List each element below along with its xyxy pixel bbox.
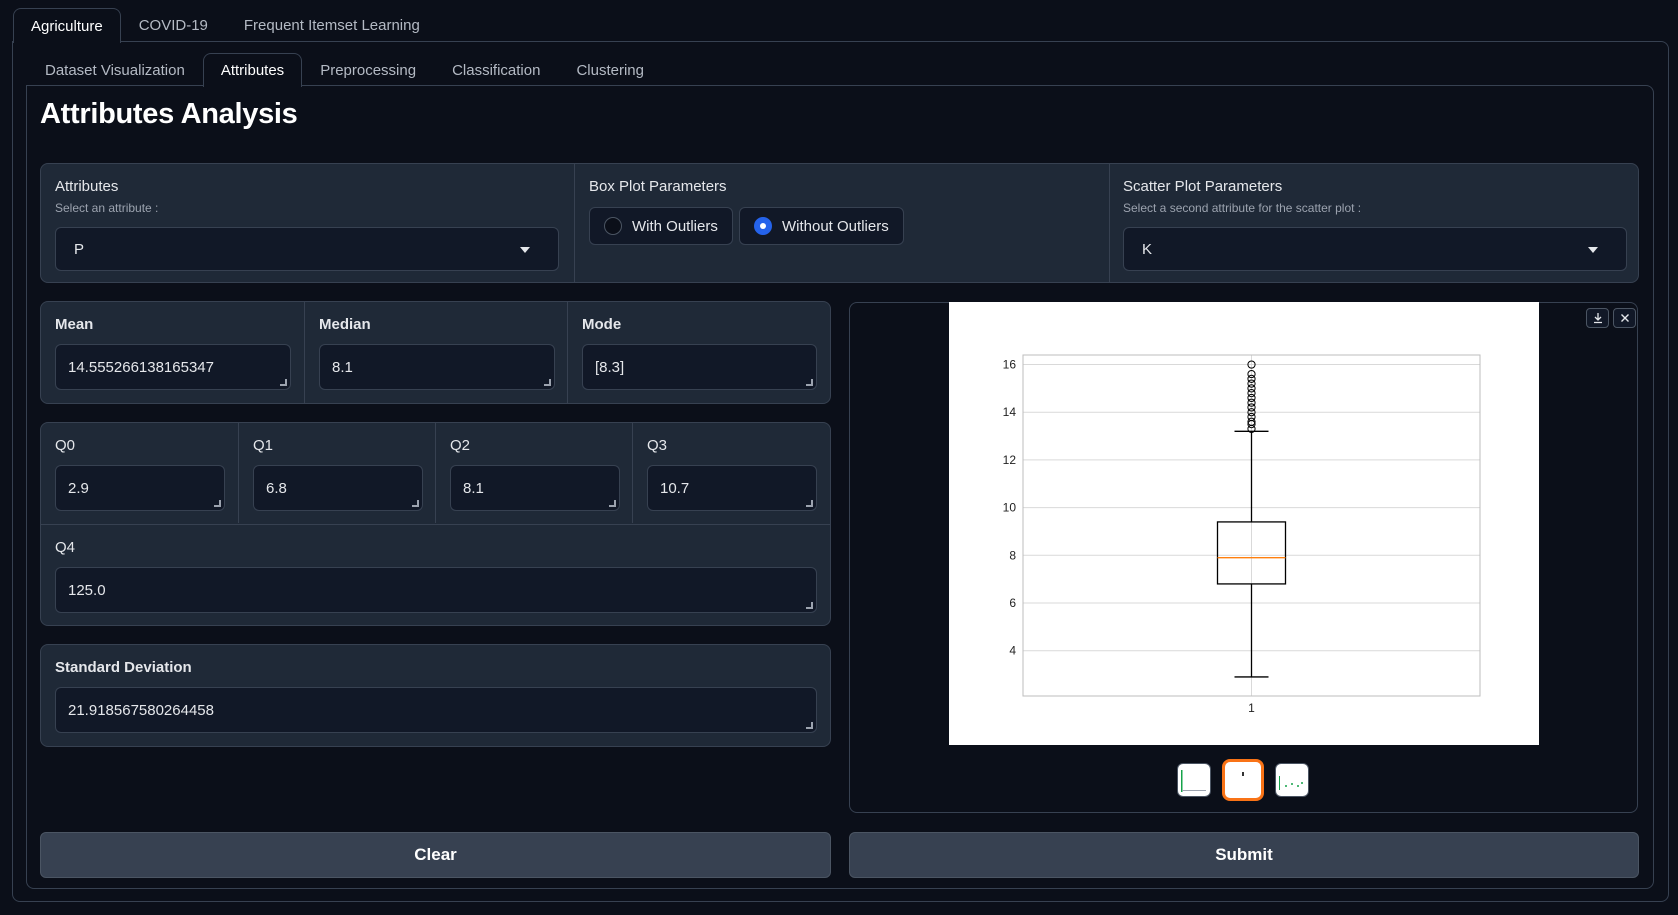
q0-value: 2.9	[68, 480, 89, 497]
attribute-dropdown-value: P	[74, 240, 85, 258]
y-tick-label: 14	[1003, 405, 1017, 419]
box-plot-params-label: Box Plot Parameters	[589, 178, 727, 195]
with-outliers-radio[interactable]: With Outliers	[589, 207, 733, 245]
mean-label: Mean	[55, 316, 94, 333]
q1-block: Q1 6.8	[238, 423, 435, 523]
quartiles-panel: Q0 2.9 Q1 6.8 Q2 8.1 Q3 10.7 Q4 125.0	[40, 422, 831, 626]
scatter-plot-params-block: Scatter Plot Parameters Select a second …	[1109, 164, 1640, 282]
q1-field[interactable]: 6.8	[253, 465, 423, 511]
q0-field[interactable]: 2.9	[55, 465, 225, 511]
resize-handle-icon[interactable]	[806, 379, 813, 386]
tab-dataset-visualization[interactable]: Dataset Visualization	[27, 53, 203, 86]
q1-value: 6.8	[266, 480, 287, 497]
median-field[interactable]: 8.1	[319, 344, 555, 390]
q3-block: Q3 10.7	[632, 423, 830, 523]
tab-clustering[interactable]: Clustering	[558, 53, 662, 86]
chevron-down-icon	[1588, 247, 1598, 253]
tab-preprocessing[interactable]: Preprocessing	[302, 53, 434, 86]
tab-covid-19[interactable]: COVID-19	[121, 8, 226, 42]
radio-checked-icon	[754, 217, 772, 235]
attributes-sublabel: Select an attribute :	[55, 201, 159, 215]
std-panel: Standard Deviation 21.918567580264458	[40, 644, 831, 747]
mode-block: Mode [8.3]	[567, 302, 830, 403]
y-tick-label: 4	[1009, 644, 1016, 658]
download-icon[interactable]	[1586, 308, 1609, 328]
resize-handle-icon[interactable]	[806, 500, 813, 507]
q0-label: Q0	[55, 437, 76, 454]
second-attribute-dropdown[interactable]: K	[1123, 227, 1627, 271]
close-icon[interactable]	[1613, 308, 1636, 328]
attribute-dropdown[interactable]: P	[55, 227, 559, 271]
attributes-label: Attributes	[55, 178, 119, 195]
y-tick-label: 10	[1003, 501, 1017, 515]
parameters-panel: Attributes Select an attribute : P Box P…	[40, 163, 1639, 283]
divider	[41, 524, 830, 525]
q3-value: 10.7	[660, 480, 690, 497]
attributes-block: Attributes Select an attribute : P	[41, 164, 574, 282]
x-tick-label: 1	[1248, 701, 1255, 715]
radio-unchecked-icon	[604, 217, 622, 235]
y-tick-label: 8	[1009, 548, 1016, 562]
std-value: 21.918567580264458	[68, 702, 214, 719]
without-outliers-label: Without Outliers	[782, 217, 889, 235]
resize-handle-icon[interactable]	[544, 379, 551, 386]
q2-field[interactable]: 8.1	[450, 465, 620, 511]
mean-value: 14.555266138165347	[68, 359, 214, 376]
clear-button[interactable]: Clear	[40, 832, 831, 878]
scatter-plot-params-label: Scatter Plot Parameters	[1123, 178, 1283, 195]
box-plot: 4 6 8 10 12 14 16 1	[1003, 354, 1481, 715]
tab-frequent-itemset-learning[interactable]: Frequent Itemset Learning	[226, 8, 438, 42]
q4-value: 125.0	[68, 582, 106, 599]
q4-label: Q4	[55, 539, 76, 556]
page-title: Attributes Analysis	[40, 98, 298, 130]
central-tendency-panel: Mean 14.555266138165347 Median 8.1 Mode …	[40, 301, 831, 404]
second-attribute-dropdown-value: K	[1142, 240, 1153, 258]
resize-handle-icon[interactable]	[609, 500, 616, 507]
q2-value: 8.1	[463, 480, 484, 497]
median-label: Median	[319, 316, 371, 333]
q3-label: Q3	[647, 437, 668, 454]
mode-field[interactable]: [8.3]	[582, 344, 817, 390]
mean-field[interactable]: 14.555266138165347	[55, 344, 291, 390]
plot-image: 4 6 8 10 12 14 16 1	[949, 302, 1539, 745]
plot-gallery: 4 6 8 10 12 14 16 1	[849, 302, 1638, 813]
scatter-plot-params-sublabel: Select a second attribute for the scatte…	[1123, 201, 1362, 215]
q2-block: Q2 8.1	[435, 423, 632, 523]
tab-classification[interactable]: Classification	[434, 53, 558, 86]
sub-tab-bar: Dataset Visualization Attributes Preproc…	[27, 53, 662, 87]
median-block: Median 8.1	[304, 302, 567, 403]
without-outliers-radio[interactable]: Without Outliers	[739, 207, 904, 245]
chevron-down-icon	[520, 247, 530, 253]
resize-handle-icon[interactable]	[214, 500, 221, 507]
tab-attributes[interactable]: Attributes	[202, 53, 303, 87]
y-tick-label: 12	[1003, 453, 1017, 467]
q3-field[interactable]: 10.7	[647, 465, 817, 511]
median-value: 8.1	[332, 359, 353, 376]
resize-handle-icon[interactable]	[412, 500, 419, 507]
q0-block: Q0 2.9	[41, 423, 238, 523]
mode-label: Mode	[582, 316, 622, 333]
q1-label: Q1	[253, 437, 274, 454]
tab-agriculture[interactable]: Agriculture	[13, 8, 121, 43]
with-outliers-label: With Outliers	[632, 217, 718, 235]
box-plot-params-block: Box Plot Parameters With Outliers Withou…	[574, 164, 1109, 282]
resize-handle-icon[interactable]	[280, 379, 287, 386]
y-tick-label: 6	[1009, 596, 1016, 610]
std-field[interactable]: 21.918567580264458	[55, 687, 817, 733]
q2-label: Q2	[450, 437, 471, 454]
gallery-thumbnail-3[interactable]	[1275, 763, 1309, 797]
mean-block: Mean 14.555266138165347	[41, 302, 304, 403]
submit-button[interactable]: Submit	[849, 832, 1639, 878]
gallery-thumbnail-1[interactable]	[1177, 763, 1211, 797]
resize-handle-icon[interactable]	[806, 602, 813, 609]
gallery-thumbnail-2-selected[interactable]	[1222, 759, 1264, 801]
top-tab-bar: Agriculture COVID-19 Frequent Itemset Le…	[13, 8, 438, 43]
q4-field[interactable]: 125.0	[55, 567, 817, 613]
y-tick-label: 16	[1003, 358, 1017, 372]
mode-value: [8.3]	[595, 359, 625, 376]
std-label: Standard Deviation	[55, 659, 192, 676]
resize-handle-icon[interactable]	[806, 722, 813, 729]
